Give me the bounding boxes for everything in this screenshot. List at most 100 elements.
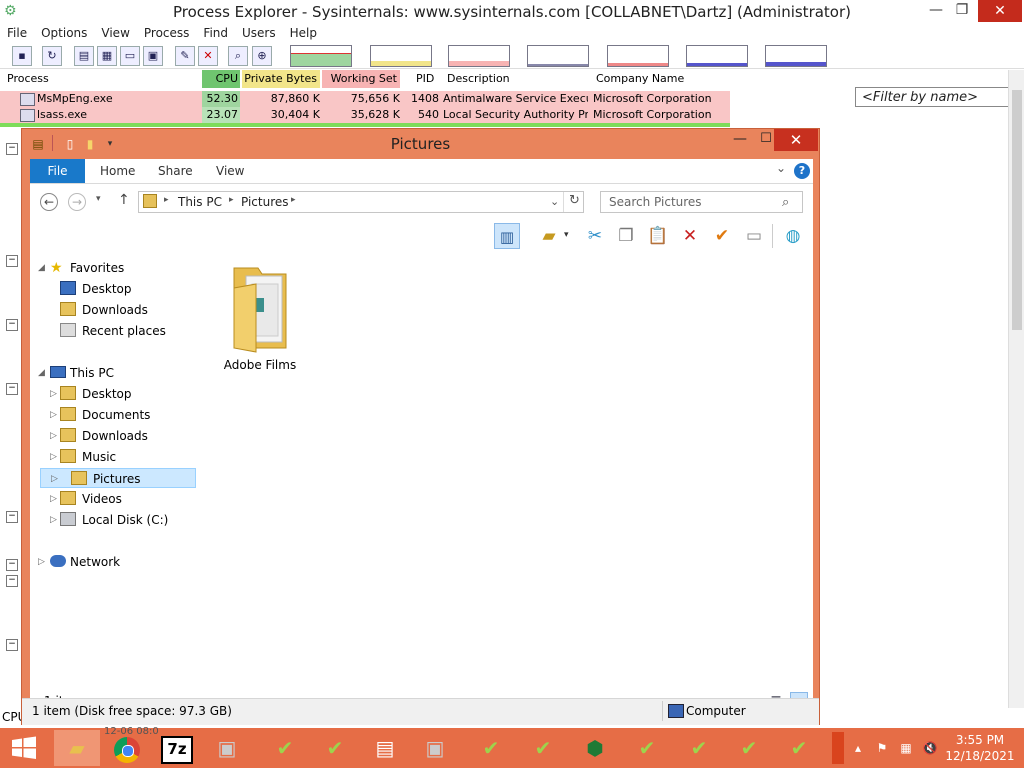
network-tray-icon[interactable]: ▦	[898, 740, 914, 756]
pe-minimize-button[interactable]: —	[922, 2, 950, 20]
pe-close-button[interactable]: ✕	[978, 0, 1022, 22]
tree-collapse-icon[interactable]: −	[6, 319, 18, 331]
taskbar-process-monitor[interactable]: ✔	[468, 730, 514, 766]
tree-pc-downloads[interactable]: ▷ Downloads	[50, 426, 148, 446]
show-hidden-icons-icon[interactable]: ▴	[850, 740, 866, 756]
find-icon[interactable]: ⌕	[228, 46, 248, 66]
expanded-arrow-icon[interactable]: ◢	[38, 363, 45, 383]
start-button[interactable]	[0, 728, 48, 768]
paste-icon[interactable]: 📋	[645, 223, 671, 249]
pe-menu-view[interactable]: View	[94, 24, 136, 42]
pe-vertical-scrollbar[interactable]	[1008, 70, 1024, 708]
search-input[interactable]: Search Pictures	[600, 191, 803, 213]
save-icon[interactable]: ▪	[12, 46, 32, 66]
tab-share[interactable]: Share	[158, 159, 193, 183]
taskbar-process-monitor[interactable]: ✔	[312, 730, 358, 766]
taskbar-process-explorer[interactable]: ⬢	[572, 730, 618, 766]
tree-collapse-icon[interactable]: −	[6, 143, 18, 155]
gpu-graph[interactable]	[765, 45, 827, 67]
lower-pane-icon[interactable]: ▭	[120, 46, 140, 66]
rename-icon[interactable]: ▭	[741, 223, 767, 249]
address-bar[interactable]: ▸ This PC ▸ Pictures ▸ ⌄ ↻	[138, 191, 584, 213]
tree-collapse-icon[interactable]: −	[6, 383, 18, 395]
address-dropdown-icon[interactable]: ⌄	[550, 195, 559, 208]
copy-icon[interactable]: ❐	[613, 223, 639, 249]
taskbar-app[interactable]: ▣	[204, 730, 250, 766]
close-button[interactable]: ✕	[774, 129, 818, 151]
disk-graph[interactable]	[686, 45, 748, 67]
col-process[interactable]: Process	[7, 72, 49, 85]
taskbar-7zip[interactable]: 7z	[154, 730, 200, 766]
pe-menu-options[interactable]: Options	[34, 24, 94, 42]
cut-icon[interactable]: ✂	[582, 223, 608, 249]
col-description[interactable]: Description	[447, 72, 510, 85]
folder-options-dropdown-icon[interactable]: ▾	[564, 230, 569, 240]
taskbar-file-explorer[interactable]: ▰	[54, 730, 100, 766]
tree-pc-local-disk[interactable]: ▷ Local Disk (C:)	[50, 510, 168, 530]
taskbar-cpu-meter[interactable]	[832, 732, 844, 764]
tree-collapse-icon[interactable]: −	[6, 255, 18, 267]
table-row[interactable]: lsass.exe 23.07 30,404 K 35,628 K 540 Lo…	[0, 107, 730, 123]
taskbar-process-monitor[interactable]: ✔	[520, 730, 566, 766]
tree-pc-videos[interactable]: ▷ Videos	[50, 489, 122, 509]
taskbar-process-monitor[interactable]: ✔	[624, 730, 670, 766]
cpu-graph[interactable]	[290, 45, 352, 67]
col-company[interactable]: Company Name	[596, 72, 684, 85]
tab-file[interactable]: File	[30, 159, 85, 183]
delete-icon[interactable]: ✕	[677, 223, 703, 249]
filter-input[interactable]: <Filter by name>	[855, 87, 1021, 107]
refresh-icon[interactable]: ↻	[42, 46, 62, 66]
target-icon[interactable]: ⊕	[252, 46, 272, 66]
io-graph[interactable]	[527, 45, 589, 67]
tab-view[interactable]: View	[216, 159, 244, 183]
clock[interactable]: 3:55 PM 12/18/2021	[940, 732, 1020, 764]
refresh-icon[interactable]: ↻	[569, 193, 580, 208]
collapsed-arrow-icon[interactable]: ▷	[50, 510, 57, 530]
breadcrumb-chevron-icon[interactable]: ▸	[164, 195, 169, 205]
commit-graph[interactable]	[370, 45, 432, 67]
col-pid[interactable]: PID	[416, 72, 434, 85]
tree-collapse-icon[interactable]: −	[6, 575, 18, 587]
breadcrumb-pictures[interactable]: Pictures	[241, 195, 289, 209]
search-icon[interactable]: ⌕	[782, 195, 789, 210]
col-working-set[interactable]: Working Set	[322, 70, 400, 88]
recent-locations-icon[interactable]: ▾	[96, 194, 101, 204]
dll-view-icon[interactable]: ▣	[143, 46, 163, 66]
folder-item[interactable]: Adobe Films	[216, 258, 304, 372]
taskbar-process-monitor[interactable]: ✔	[262, 730, 308, 766]
minimize-button[interactable]: —	[727, 131, 753, 151]
action-center-flag-icon[interactable]: ⚑	[874, 740, 890, 756]
globe-icon[interactable]: ◍	[780, 223, 806, 249]
collapsed-arrow-icon[interactable]: ▷	[51, 469, 58, 489]
kill-process-icon[interactable]: ✕	[198, 46, 218, 66]
taskbar-app[interactable]: ▤	[362, 730, 408, 766]
preview-pane-icon[interactable]: ▥	[494, 223, 520, 249]
collapsed-arrow-icon[interactable]: ▷	[50, 489, 57, 509]
pe-menu-help[interactable]: Help	[283, 24, 324, 42]
breadcrumb-chevron-icon[interactable]: ▸	[291, 195, 296, 205]
back-button[interactable]: ←	[40, 193, 58, 211]
col-private-bytes[interactable]: Private Bytes	[242, 70, 320, 88]
physical-memory-graph[interactable]	[448, 45, 510, 67]
table-row[interactable]: MsMpEng.exe 52.30 87,860 K 75,656 K 1408…	[0, 91, 730, 107]
tree-favorites-downloads[interactable]: Downloads	[60, 300, 148, 320]
tree-pc-pictures[interactable]: ▷ Pictures	[40, 468, 196, 488]
tree-collapse-icon[interactable]: −	[6, 511, 18, 523]
table-row[interactable]	[0, 123, 730, 127]
pe-menu-file[interactable]: File	[0, 24, 34, 42]
forward-button[interactable]: →	[68, 193, 86, 211]
handle-icon[interactable]: ✎	[175, 46, 195, 66]
taskbar-process-monitor[interactable]: ✔	[676, 730, 722, 766]
tree-collapse-icon[interactable]: −	[6, 639, 18, 651]
checkmark-icon[interactable]: ✔	[709, 223, 735, 249]
col-cpu[interactable]: CPU	[202, 70, 240, 88]
tree-pc-desktop[interactable]: ▷ Desktop	[50, 384, 132, 404]
expand-ribbon-icon[interactable]: ⌄	[776, 161, 786, 175]
expanded-arrow-icon[interactable]: ◢	[38, 258, 45, 278]
help-icon[interactable]: ?	[794, 163, 810, 179]
pe-menu-find[interactable]: Find	[196, 24, 235, 42]
taskbar-process-monitor[interactable]: ✔	[726, 730, 772, 766]
taskbar-process-monitor[interactable]: ✔	[776, 730, 822, 766]
tree-favorites-desktop[interactable]: Desktop	[60, 279, 132, 299]
collapsed-arrow-icon[interactable]: ▷	[50, 384, 57, 404]
